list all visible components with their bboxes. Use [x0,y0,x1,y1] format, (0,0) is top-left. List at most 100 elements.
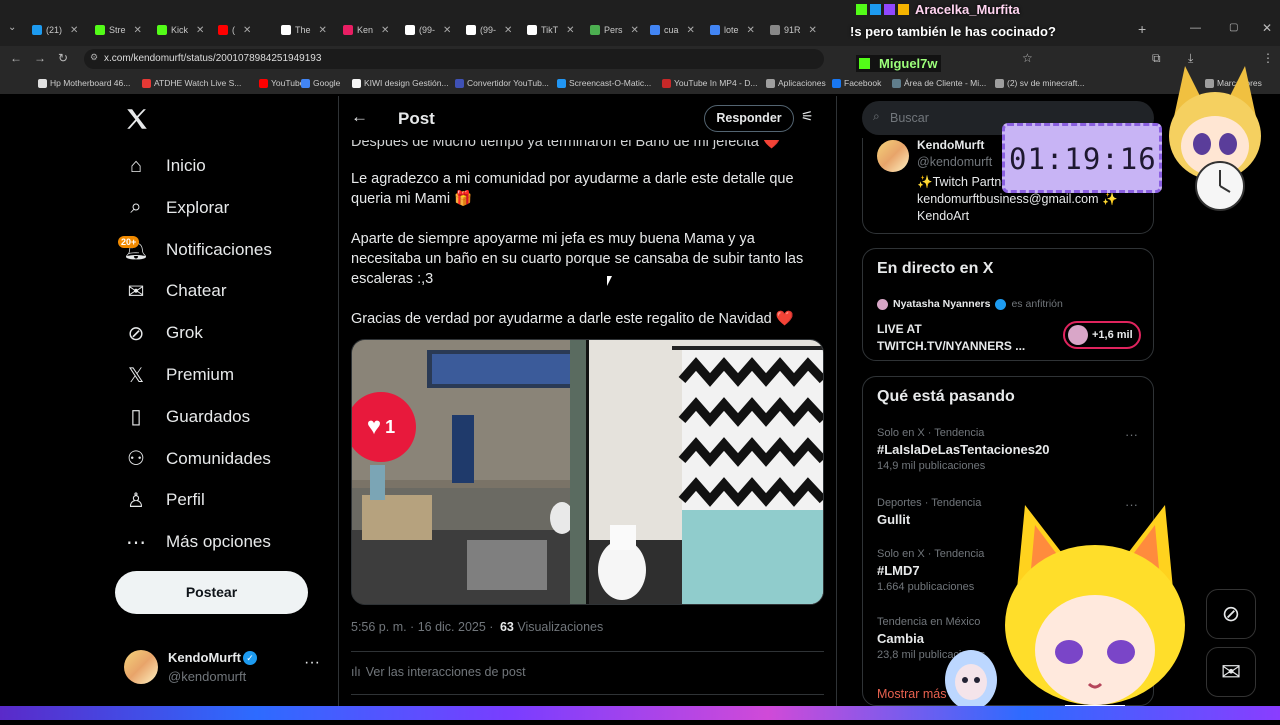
bookmark-item[interactable]: ATDHE Watch Live S... [142,78,241,88]
bookmark-favicon-icon [557,78,566,88]
browser-tab[interactable]: (99- ✕ [466,20,512,40]
post-paragraph: Aparte de siempre apoyarme mi jefa es mu… [351,231,804,287]
bookmark-label: YouTube [271,78,305,88]
window-maximize-button[interactable]: ▢ [1229,22,1238,33]
tab-favicon-icon [710,25,720,35]
browser-tab[interactable]: Pers ✕ [590,20,639,40]
post-timestamp[interactable]: 5:56 p. m. · 16 dic. 2025 · [351,620,493,634]
bookmark-item[interactable]: Facebook [832,78,881,88]
trend-count: 14,9 mil publicaciones [877,460,986,472]
browser-tab[interactable]: 91R ✕ [770,20,817,40]
nav-label: Inicio [166,156,206,175]
browser-tab[interactable]: cua ✕ [650,20,695,40]
live-host-row[interactable]: Nyatasha Nyanners es anfitrión [877,298,1063,310]
bookmark-item[interactable]: Google [301,78,340,88]
more-dots-icon[interactable]: ··· [1125,427,1138,442]
window-close-button[interactable]: ✕ [1262,21,1272,35]
interactions-link[interactable]: ılı Ver las interacciones de post [351,665,526,679]
nav-item-notificaciones[interactable]: 🔔︎ 20+ Notificaciones [118,230,272,270]
reply-button[interactable]: Responder [704,105,794,132]
page-title: Post [398,109,435,128]
more-dots-icon[interactable]: ··· [304,654,320,672]
live-stream-title[interactable]: LIVE AT TWITCH.TV/NYANNERS ... [877,321,1047,355]
browser-tab[interactable]: lote ✕ [710,20,755,40]
nav-item-chatear[interactable]: ✉ Chatear [124,271,227,311]
trend-meta: Solo en X · Tendencia [877,427,985,439]
tab-close-icon[interactable]: ✕ [747,25,755,36]
bookmark-item[interactable]: Screencast-O-Matic... [557,78,651,88]
filter-icon[interactable]: ⚟ [801,108,814,125]
nav-item-perfil[interactable]: ♙ Perfil [124,480,205,520]
messages-float-button[interactable]: ✉ [1206,647,1256,697]
trend-item[interactable]: Solo en X · Tendencia #LaIslaDeLasTentaci… [877,427,1138,472]
tab-close-icon[interactable]: ✕ [134,25,142,36]
nav-label: Perfil [166,490,205,510]
bookmark-item[interactable]: YouTube [259,78,304,88]
bookmark-favicon-icon [832,78,841,88]
grok-icon: ⊘ [127,322,145,345]
back-icon[interactable]: ← [10,51,22,65]
grok-float-button[interactable]: ⊘ [1206,589,1256,639]
mail-icon: ✉ [1220,658,1242,686]
nav-item-explorar[interactable]: ⌕ Explorar [124,188,229,228]
url-input[interactable]: ⚙ x.com/kendomurft/status/20010789842519… [84,49,824,69]
browser-tab[interactable]: (21) ✕ [32,20,78,40]
post-button[interactable]: Postear [115,571,308,614]
browser-tab[interactable]: (99- ✕ [405,20,451,40]
kick-badge-icon [856,4,867,15]
bookmark-item[interactable]: (2) sv de minecraft... [995,78,1084,88]
bookmark-item[interactable]: Área de Cliente - Mi... [892,78,986,88]
post-media[interactable]: ♥ 1 [351,339,824,605]
account-switcher[interactable]: KendoMurft ✓ @kendomurft ··· [124,648,324,688]
back-arrow-icon[interactable]: ← [351,107,368,127]
new-tab-button[interactable]: + [1138,21,1146,37]
bookmark-item[interactable]: Hp Motherboard 46... [38,78,130,88]
live-listeners-pill[interactable]: +1,6 mil [1063,321,1141,349]
tab-close-icon[interactable]: ✕ [631,25,639,36]
bookmark-item[interactable]: YouTube In MP4 - D... [662,78,757,88]
tab-list-button[interactable]: ⌄ [8,22,16,33]
tab-close-icon[interactable]: ✕ [70,25,78,36]
browser-tab[interactable]: TikT ✕ [527,20,575,40]
reload-icon[interactable]: ↻ [58,51,68,65]
nav-label: Chatear [166,281,227,301]
nav-item-comunidades[interactable]: ⚇ Comunidades [124,439,271,479]
bookmark-label: ATDHE Watch Live S... [154,78,242,88]
verified-icon: ✓ [243,651,257,665]
tab-close-icon[interactable]: ✕ [809,25,817,36]
nav-item-más-opciones[interactable]: ⋯ Más opciones [124,522,271,562]
browser-tab[interactable]: Kick ✕ [157,20,204,40]
site-info-icon[interactable]: ⚙ [90,52,98,63]
forward-icon[interactable]: → [34,51,46,65]
window-minimize-button[interactable]: — [1190,22,1201,34]
tab-close-icon[interactable]: ✕ [381,25,389,36]
bookmark-label: Área de Cliente - Mi... [904,78,987,88]
browser-tab[interactable]: Stre ✕ [95,20,142,40]
tab-close-icon[interactable]: ✕ [687,25,695,36]
person-icon: ♙ [127,489,145,512]
browser-tab[interactable]: The ✕ [281,20,327,40]
x-logo-icon[interactable] [124,106,150,132]
divider [836,96,837,706]
nav-item-guardados[interactable]: ▯ Guardados [124,397,250,437]
stream-timer: 01:19:16 [1002,123,1162,193]
tab-label: The [295,25,311,35]
nav-item-grok[interactable]: ⊘ Grok [124,313,203,353]
show-more-link[interactable]: Mostrar más [877,687,946,701]
tab-close-icon[interactable]: ✕ [319,25,327,36]
tab-close-icon[interactable]: ✕ [566,25,574,36]
grok-icon: ⊘ [1221,601,1241,626]
bookmark-item[interactable]: KIWI design Gestión... [352,78,449,88]
browser-tab[interactable]: (✕ [218,20,251,40]
tab-close-icon[interactable]: ✕ [196,25,204,36]
tab-close-icon[interactable]: ✕ [504,25,512,36]
nav-item-premium[interactable]: 𝕏 Premium [124,355,234,395]
nav-label: Premium [166,365,235,384]
tab-close-icon[interactable]: ✕ [443,25,451,36]
tab-close-icon[interactable]: ✕ [243,25,251,36]
bookmark-item[interactable]: Convertidor YouTub... [455,78,549,88]
tab-favicon-icon [405,25,415,35]
browser-tab[interactable]: Ken ✕ [343,20,389,40]
bookmark-item[interactable]: Aplicaciones [766,78,826,88]
nav-item-inicio[interactable]: ⌂ Inicio [124,146,206,186]
